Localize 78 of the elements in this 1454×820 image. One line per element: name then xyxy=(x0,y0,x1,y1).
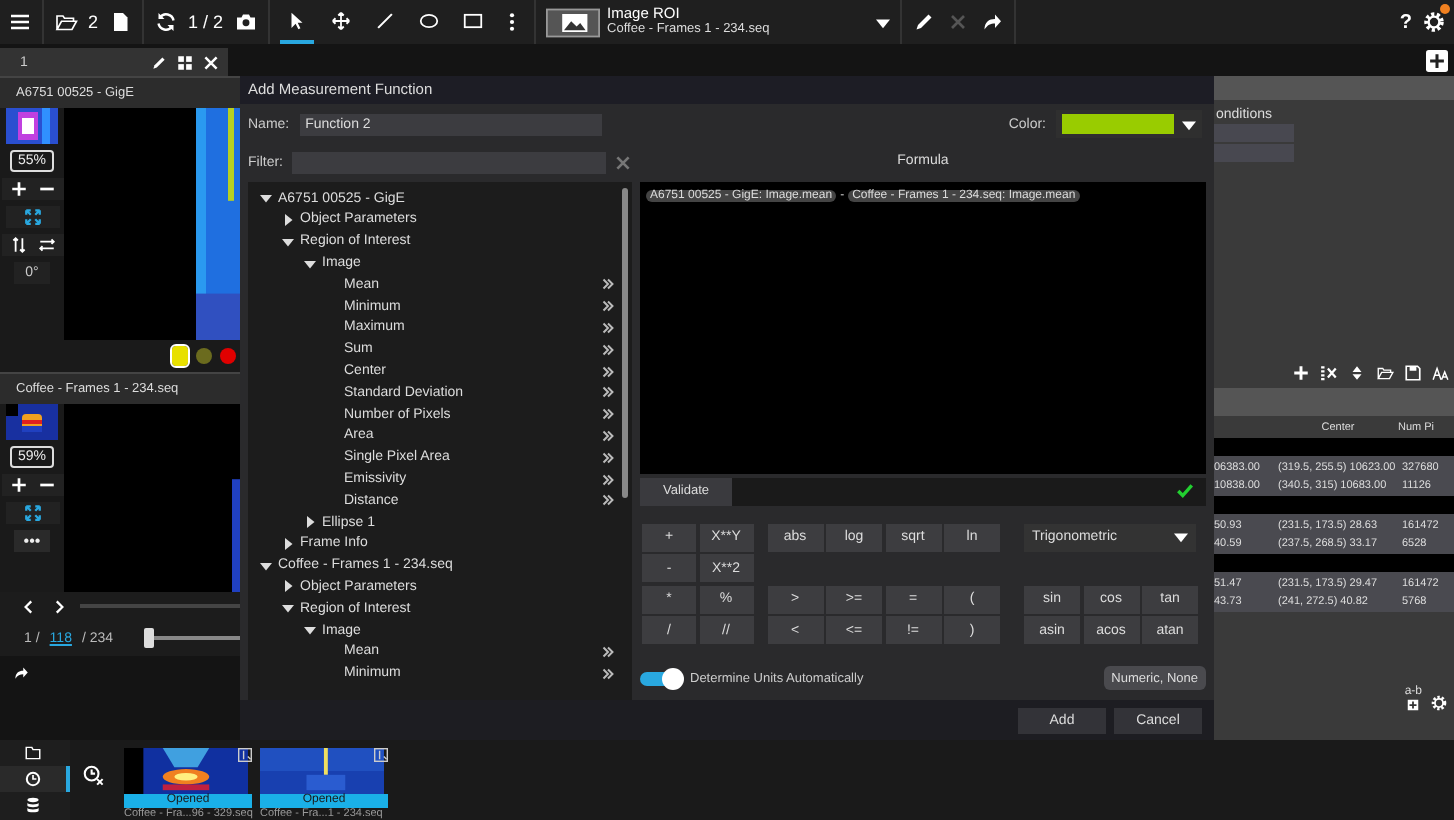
frame-counter: 1 / 2 xyxy=(188,12,224,32)
add-tab-icon[interactable] xyxy=(1426,49,1448,71)
collapsed-caret-icon[interactable] xyxy=(282,537,294,550)
line-icon xyxy=(373,9,396,31)
clear-icon[interactable] xyxy=(614,154,632,173)
save-icon[interactable] xyxy=(1404,364,1422,382)
toggle-switch[interactable] xyxy=(640,671,680,686)
grid-icon[interactable] xyxy=(176,53,194,71)
folder-icon[interactable] xyxy=(54,10,78,34)
dropdown-caret-icon xyxy=(875,15,890,29)
flip-horizontal-icon[interactable] xyxy=(37,236,55,254)
history-tab[interactable] xyxy=(0,766,70,792)
previous-icon[interactable] xyxy=(20,597,38,615)
expanded-caret-icon[interactable] xyxy=(304,624,316,637)
folder-icon[interactable] xyxy=(1376,364,1394,382)
camera-icon[interactable] xyxy=(233,10,258,34)
frame-slider-thumb[interactable] xyxy=(143,628,154,648)
add-icon xyxy=(1406,698,1421,712)
expanded-caret-icon[interactable] xyxy=(282,602,294,615)
scrollbar-thumb[interactable] xyxy=(622,187,628,498)
next-icon[interactable] xyxy=(50,597,68,615)
pencil-icon[interactable] xyxy=(150,53,168,71)
dropdown-caret-icon xyxy=(1182,117,1196,132)
dropdown-caret-icon xyxy=(1174,530,1188,545)
sort-icon[interactable] xyxy=(1348,364,1366,382)
history-icon xyxy=(24,770,42,788)
add-icon[interactable] xyxy=(1292,364,1310,382)
insert-arrow-icon[interactable] xyxy=(602,451,614,464)
insert-arrow-icon[interactable] xyxy=(602,343,614,356)
refresh-icon[interactable] xyxy=(154,10,179,34)
palette-dot[interactable] xyxy=(220,348,236,364)
insert-arrow-icon[interactable] xyxy=(602,278,614,291)
insert-arrow-icon[interactable] xyxy=(602,667,614,680)
insert-arrow-icon[interactable] xyxy=(602,645,614,658)
close-icon[interactable] xyxy=(202,53,220,71)
clear-history-icon[interactable] xyxy=(82,764,104,786)
fit-to-window-icon[interactable] xyxy=(23,504,41,522)
folder-icon xyxy=(24,744,42,762)
insert-arrow-icon[interactable] xyxy=(602,300,614,313)
palette-dot[interactable] xyxy=(196,348,212,364)
collapsed-caret-icon[interactable] xyxy=(304,516,316,529)
share-icon[interactable] xyxy=(979,10,1004,34)
settings-icon[interactable] xyxy=(1422,10,1446,34)
rectangle-icon xyxy=(461,9,484,31)
insert-arrow-icon[interactable] xyxy=(602,429,614,442)
document-icon[interactable] xyxy=(108,10,133,34)
zoom-in-icon[interactable] xyxy=(9,476,27,494)
collapsed-caret-icon[interactable] xyxy=(282,213,294,226)
fit-to-window-icon[interactable] xyxy=(23,208,41,226)
help-button[interactable]: ? xyxy=(1399,11,1412,33)
frame-badge-icon xyxy=(238,748,252,762)
insert-arrow-icon[interactable] xyxy=(602,321,614,334)
ellipse-icon xyxy=(417,9,440,31)
insert-arrow-icon[interactable] xyxy=(602,473,614,485)
collapsed-caret-icon[interactable] xyxy=(282,580,294,593)
insert-arrow-icon[interactable] xyxy=(602,365,614,378)
share-icon[interactable] xyxy=(12,664,30,682)
expanded-caret-icon[interactable] xyxy=(304,257,316,270)
expanded-caret-icon[interactable] xyxy=(282,235,294,248)
pencil-icon[interactable] xyxy=(911,10,936,34)
move-icon xyxy=(329,9,352,31)
insert-arrow-icon[interactable] xyxy=(602,408,614,421)
frame-badge-icon xyxy=(374,748,388,762)
database-icon xyxy=(24,796,42,814)
insert-arrow-icon[interactable] xyxy=(602,494,614,507)
font-size-icon[interactable] xyxy=(1432,364,1450,382)
insert-arrow-icon[interactable] xyxy=(602,386,614,399)
image-icon xyxy=(545,7,600,37)
expanded-caret-icon[interactable] xyxy=(260,192,272,205)
color-picker[interactable] xyxy=(1056,110,1202,139)
zoom-in-icon[interactable] xyxy=(9,180,27,198)
delete-rows-icon[interactable] xyxy=(1320,364,1338,382)
more-options-button[interactable]: ••• xyxy=(13,530,51,552)
expanded-caret-icon[interactable] xyxy=(260,559,272,572)
menu-icon[interactable] xyxy=(8,10,32,34)
open-file-count: 2 xyxy=(88,12,99,32)
settings-icon[interactable] xyxy=(1430,694,1448,712)
flip-vertical-icon[interactable] xyxy=(9,236,27,254)
